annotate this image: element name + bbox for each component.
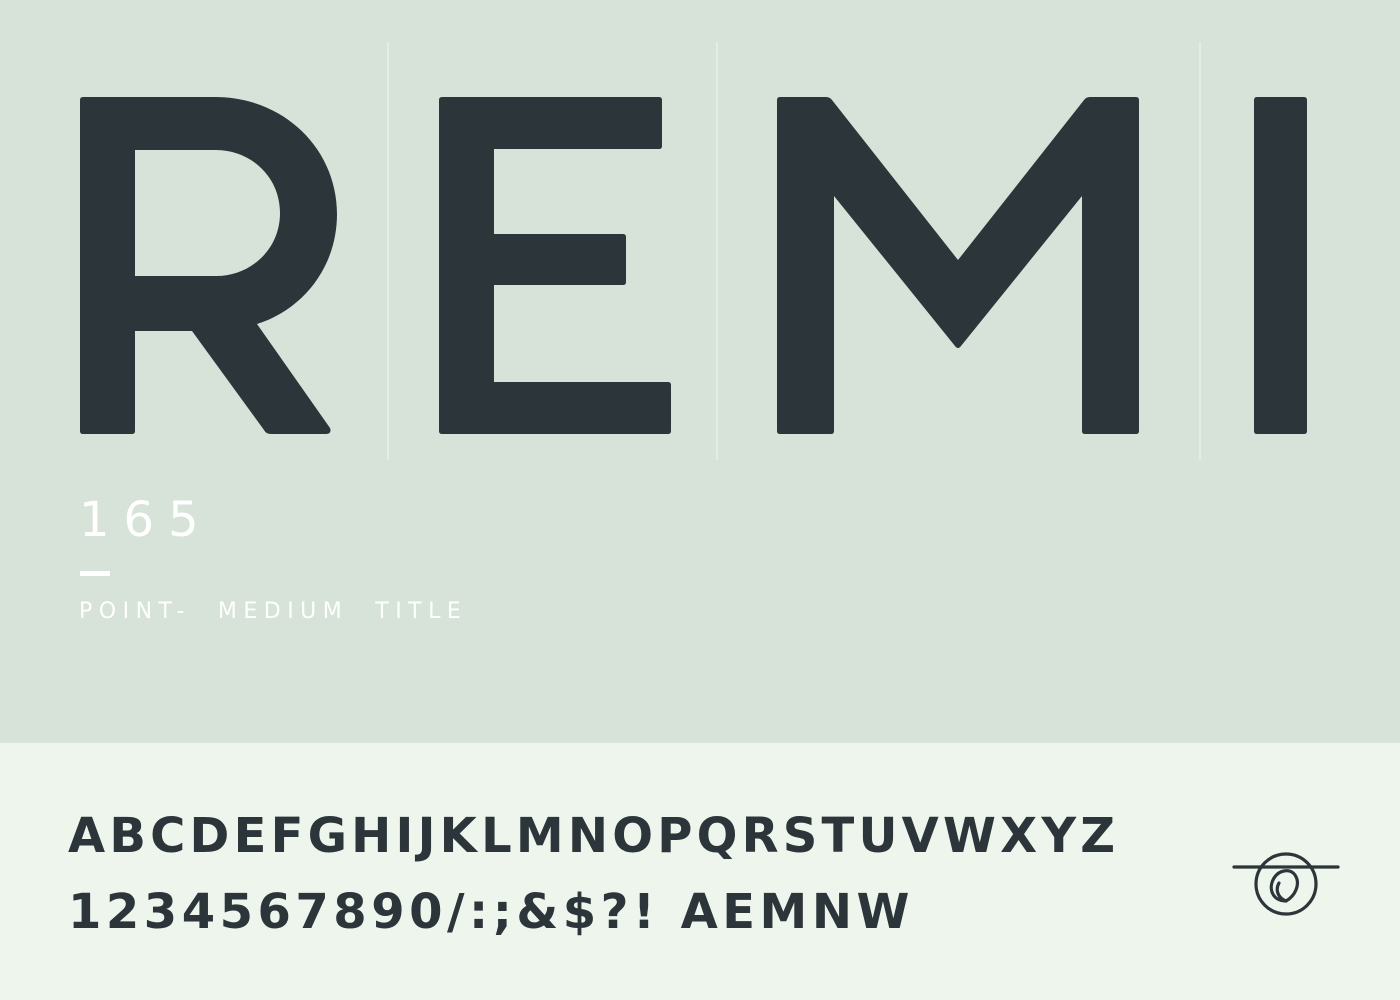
glyph-i xyxy=(1254,97,1307,434)
font-specimen-page: 165 POINT- MEDIUM TITLE ABCDEFGHIJKLMNOP… xyxy=(0,0,1400,1000)
point-size-value: 165 xyxy=(79,492,213,548)
digits-charset: 1234567890/:;&$?! AEMNW xyxy=(68,884,914,940)
point-size-caption: POINT- MEDIUM TITLE xyxy=(79,599,468,624)
glyph-m xyxy=(777,97,1139,434)
loop-knot-icon xyxy=(1232,852,1340,916)
uppercase-charset: ABCDEFGHIJKLMNOPQRSTUVWXYZ xyxy=(68,808,1120,864)
specimen-word-remi xyxy=(80,42,1307,460)
character-set-panel xyxy=(0,743,1400,1000)
specimen-hero-panel: 165 POINT- MEDIUM TITLE xyxy=(0,0,1400,743)
size-divider xyxy=(80,571,110,576)
glyph-e xyxy=(439,97,671,434)
glyph-r xyxy=(80,97,337,434)
